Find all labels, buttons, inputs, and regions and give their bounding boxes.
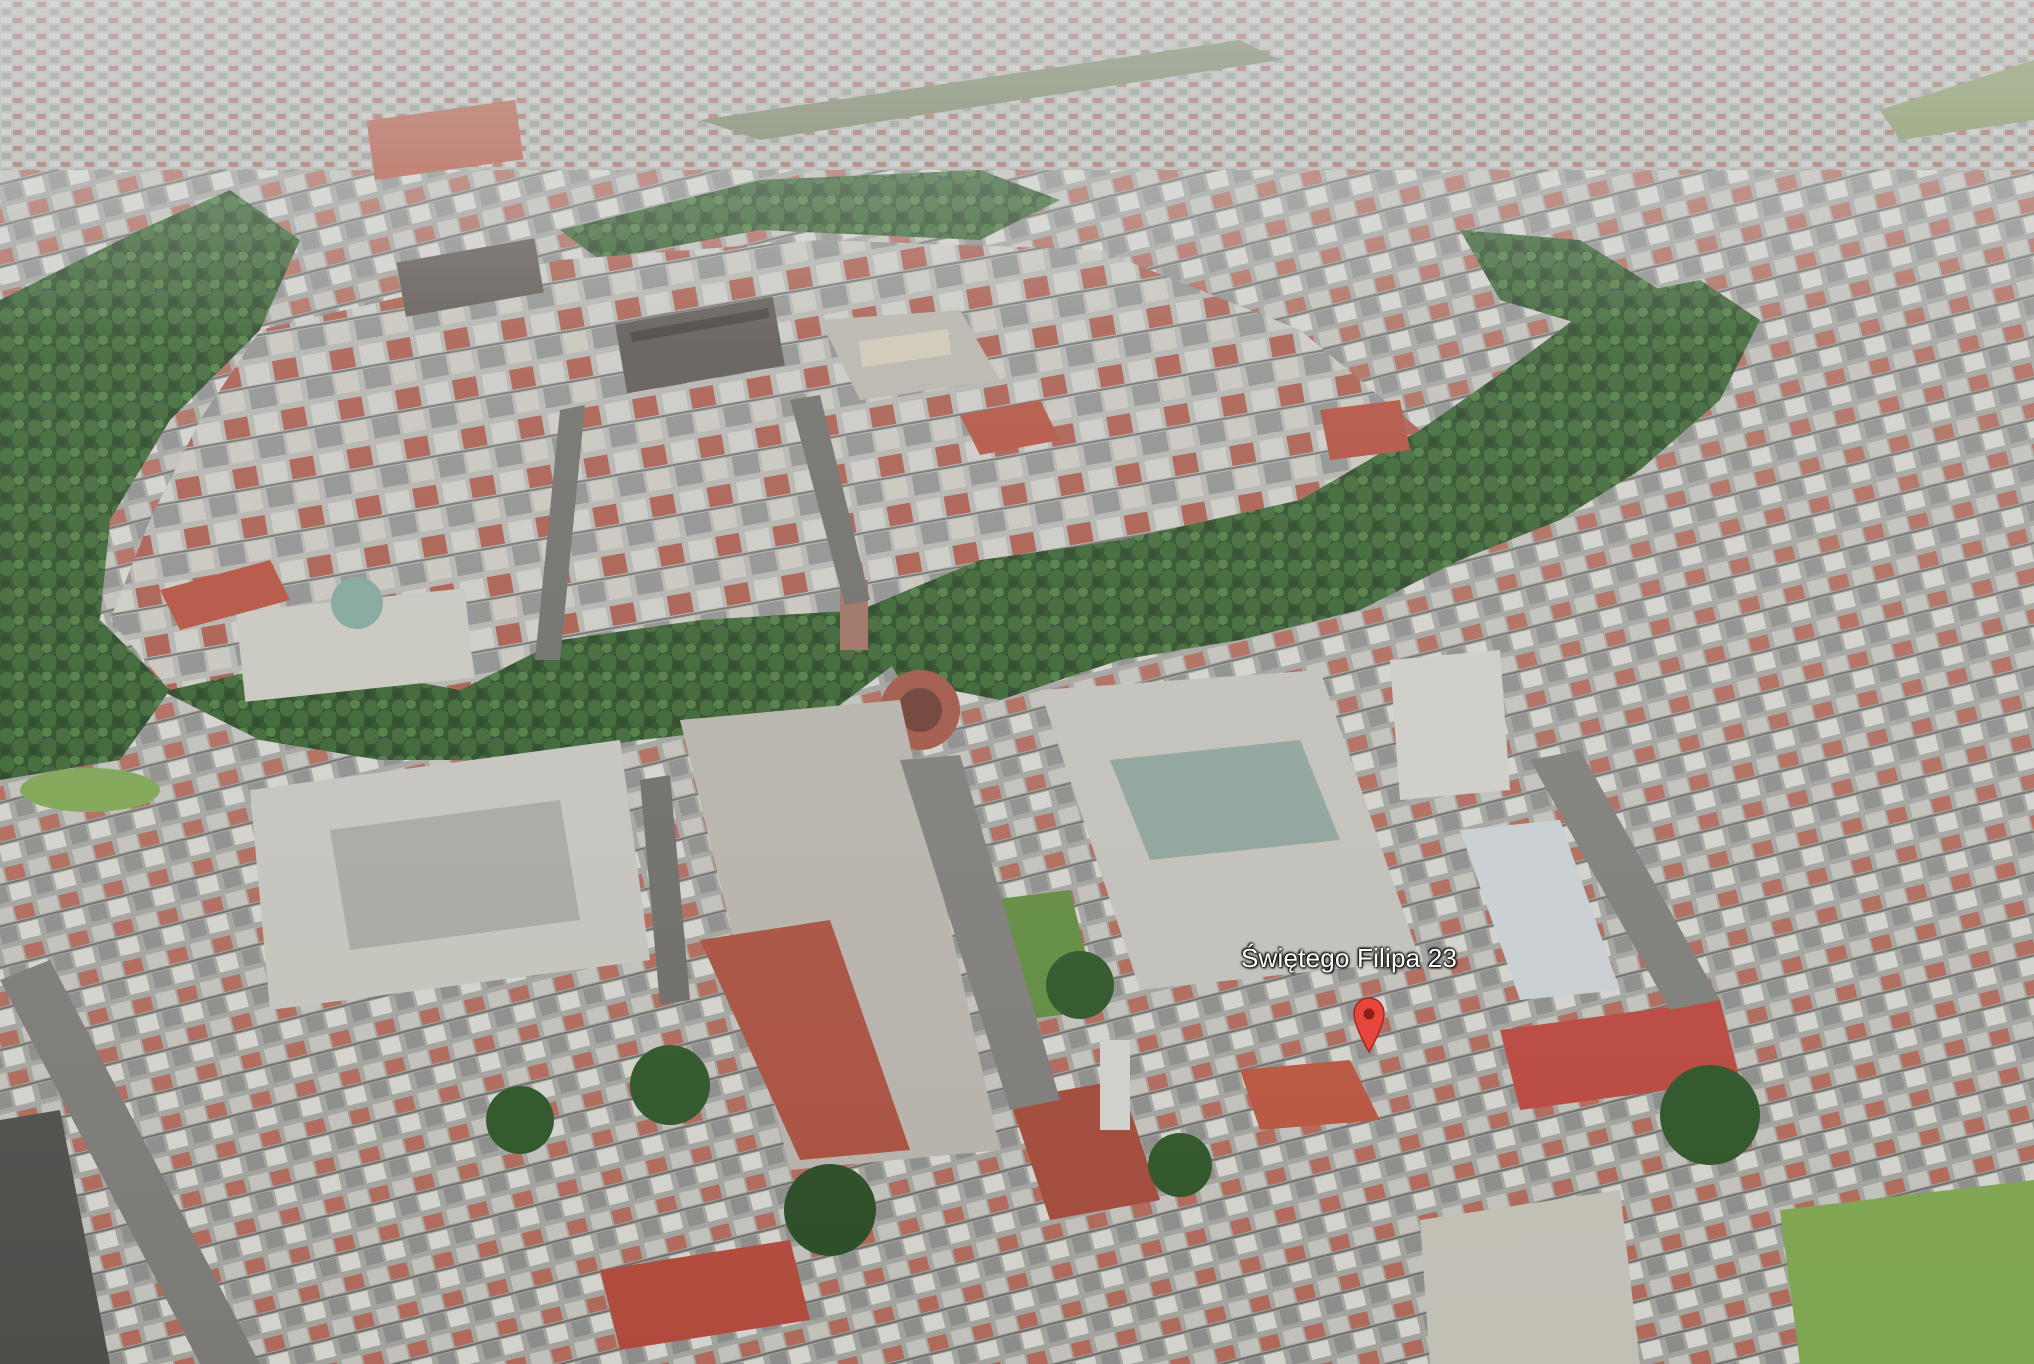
map-pin-icon[interactable] xyxy=(1352,996,1386,1056)
atmospheric-haze xyxy=(0,0,2034,1364)
satellite-map-canvas[interactable] xyxy=(0,0,2034,1364)
map-pin-shape xyxy=(1353,997,1385,1054)
address-label[interactable]: Świętego Filipa 23 xyxy=(1241,943,1457,974)
map-pin-dot xyxy=(1363,1008,1375,1020)
